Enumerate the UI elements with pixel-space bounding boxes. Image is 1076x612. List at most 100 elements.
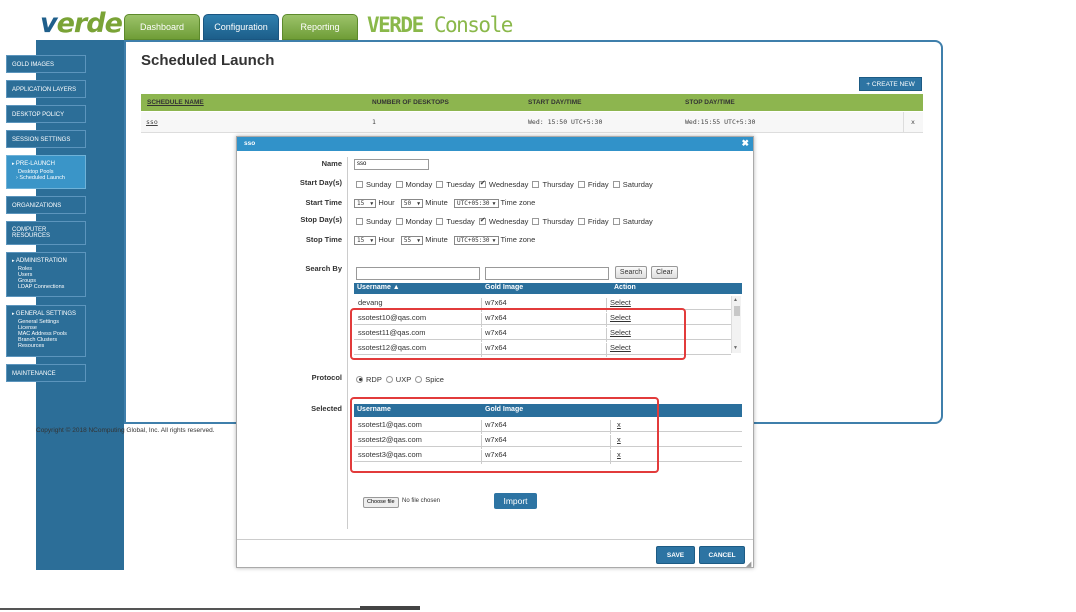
day-label: Friday	[587, 217, 609, 226]
schedule-name-link[interactable]: sso	[146, 118, 158, 126]
start-hour-select[interactable]: 15 ▼	[354, 198, 377, 208]
stop-time-group: 15 ▼ Hour 55 ▼ Minute UTC+05:30 ▼ Time zo…	[354, 235, 535, 245]
start-sunday-checkbox[interactable]	[356, 180, 363, 188]
annotation-highlight-box	[350, 308, 686, 360]
timezone-label: Time zone	[500, 198, 536, 207]
day-label: Tuesday	[446, 217, 475, 226]
sidebar-item-pre-launch[interactable]: ▸ PRE-LAUNCH Desktop Pools › Scheduled L…	[6, 155, 86, 189]
dropdown-arrow-icon: ▼	[367, 200, 374, 207]
start-timezone-select[interactable]: UTC+05:30 ▼	[454, 198, 499, 208]
protocol-uxp-radio[interactable]	[385, 375, 393, 383]
search-gold-image-input[interactable]	[485, 267, 609, 280]
scroll-down-icon[interactable]: ▼	[733, 345, 738, 351]
tab-dashboard[interactable]: Dashboard	[124, 14, 200, 40]
search-button[interactable]: Search	[615, 266, 647, 279]
sidebar-item-gold-images[interactable]: GOLD IMAGES	[6, 55, 86, 73]
start-saturday-checkbox[interactable]	[612, 180, 620, 188]
name-input[interactable]: sso	[354, 159, 429, 170]
sidebar-item-session-settings[interactable]: SESSION SETTINGS	[6, 130, 86, 148]
start-days-label: Start Day(s)	[299, 178, 342, 187]
dropdown-arrow-icon: ▼	[492, 237, 496, 244]
logo-letter: v	[40, 8, 58, 39]
sidebar-item-desktop-policy[interactable]: DESKTOP POLICY	[6, 105, 86, 123]
stop-timezone-select[interactable]: UTC+05:30 ▼	[454, 235, 499, 245]
stop-sunday-checkbox[interactable]	[356, 217, 363, 225]
close-icon[interactable]: ✖	[741, 138, 749, 149]
start-tuesday-checkbox[interactable]	[436, 180, 444, 188]
stop-tuesday-checkbox[interactable]	[436, 217, 444, 225]
stop-hour-select[interactable]: 15 ▼	[354, 235, 377, 245]
bottom-strip	[0, 606, 1076, 612]
clear-button[interactable]: Clear	[651, 266, 678, 279]
search-grid-scrollbar[interactable]: ▲ ▼	[731, 296, 741, 353]
protocol-rdp-radio[interactable]	[356, 375, 363, 383]
bottom-strip-line	[0, 608, 360, 610]
start-wednesday-checkbox[interactable]	[478, 179, 486, 188]
stop-minute-select[interactable]: 55 ▼	[400, 235, 424, 245]
day-label: Saturday	[622, 180, 653, 189]
minute-label: Minute	[425, 198, 448, 207]
sidebar-item-computer-resources[interactable]: COMPUTER RESOURCES	[6, 221, 86, 245]
sidebar-sub-ldap-connections[interactable]: LDAP Connections	[12, 284, 85, 290]
column-username[interactable]: Username ▲	[357, 284, 400, 291]
cancel-button[interactable]: CANCEL	[699, 546, 745, 564]
scroll-up-icon[interactable]: ▲	[733, 297, 738, 303]
sidebar-item-label: MAINTENANCE	[12, 371, 56, 377]
sidebar-item-application-layers[interactable]: APPLICATION LAYERS	[6, 80, 86, 98]
start-thursday-checkbox[interactable]	[532, 180, 540, 188]
save-button[interactable]: SAVE	[656, 546, 695, 564]
resize-grip-icon[interactable]: ◢	[746, 560, 751, 568]
search-by-label: Search By	[305, 264, 342, 273]
day-label: Sunday	[366, 217, 392, 226]
sidebar-item-general-settings[interactable]: ▸ GENERAL SETTINGS General Settings Lice…	[6, 305, 86, 357]
select-value: UTC+05:30	[457, 236, 490, 244]
hour-label: Hour	[378, 198, 395, 207]
dialog-title: sso	[244, 140, 256, 147]
start-monday-checkbox[interactable]	[395, 180, 403, 188]
sidebar-sub-scheduled-launch[interactable]: › Scheduled Launch	[12, 175, 85, 181]
column-gold-image: Gold Image	[485, 284, 524, 291]
tab-reporting[interactable]: Reporting	[282, 14, 358, 40]
start-time-label: Start Time	[305, 198, 342, 207]
annotation-highlight-box	[350, 397, 659, 473]
start-minute-select[interactable]: 50 ▼	[400, 198, 424, 208]
protocol-label-text: Spice	[425, 375, 444, 384]
protocol-label-text: UXP	[395, 375, 412, 384]
scroll-thumb[interactable]	[734, 306, 740, 316]
select-value: 55	[403, 236, 412, 244]
day-label: Thursday	[542, 217, 574, 226]
table-row[interactable]: sso 1 Wed: 15:50 UTC+5:30 Wed:15:55 UTC+…	[141, 112, 923, 133]
day-label: Friday	[587, 180, 609, 189]
copyright-text: Copyright © 2018 NComputing Global, Inc.…	[36, 427, 215, 434]
sidebar-item-maintenance[interactable]: MAINTENANCE	[6, 364, 86, 382]
search-username-input[interactable]	[356, 267, 480, 280]
console-title-brand: VERDE	[367, 13, 424, 37]
sidebar-item-organizations[interactable]: ORGANIZATIONS	[6, 196, 86, 214]
stop-wednesday-checkbox[interactable]	[478, 216, 486, 225]
tab-configuration[interactable]: Configuration	[203, 14, 279, 40]
sidebar-sub-resources[interactable]: Resources	[12, 343, 85, 349]
select-link[interactable]: Select	[610, 298, 631, 307]
stop-saturday-checkbox[interactable]	[612, 217, 620, 225]
stop-monday-checkbox[interactable]	[395, 217, 403, 225]
select-value: 15	[357, 199, 365, 207]
day-label: Wednesday	[488, 217, 529, 226]
dropdown-arrow-icon: ▼	[414, 200, 421, 207]
delete-row-button[interactable]: x	[911, 118, 915, 126]
import-button[interactable]: Import	[494, 493, 537, 509]
start-friday-checkbox[interactable]	[577, 180, 585, 188]
column-number-of-desktops: NUMBER OF DESKTOPS	[372, 99, 449, 106]
sidebar-item-label: ORGANIZATIONS	[12, 203, 62, 209]
stop-thursday-checkbox[interactable]	[532, 217, 540, 225]
page-title: Scheduled Launch	[141, 52, 275, 69]
console-title: VERDE Console	[367, 13, 513, 37]
sidebar-item-administration[interactable]: ▸ ADMINISTRATION Roles Users Groups LDAP…	[6, 252, 86, 297]
sidebar-sub-label: Scheduled Launch	[19, 175, 65, 181]
choose-file-button[interactable]: Choose file	[363, 497, 399, 508]
protocol-spice-radio[interactable]	[415, 375, 423, 383]
schedule-table-header: SCHEDULE NAME NUMBER OF DESKTOPS START D…	[141, 94, 923, 111]
hour-label: Hour	[378, 235, 395, 244]
create-new-button[interactable]: + CREATE NEW	[859, 77, 922, 91]
stop-friday-checkbox[interactable]	[577, 217, 585, 225]
column-schedule-name[interactable]: SCHEDULE NAME	[147, 99, 204, 106]
